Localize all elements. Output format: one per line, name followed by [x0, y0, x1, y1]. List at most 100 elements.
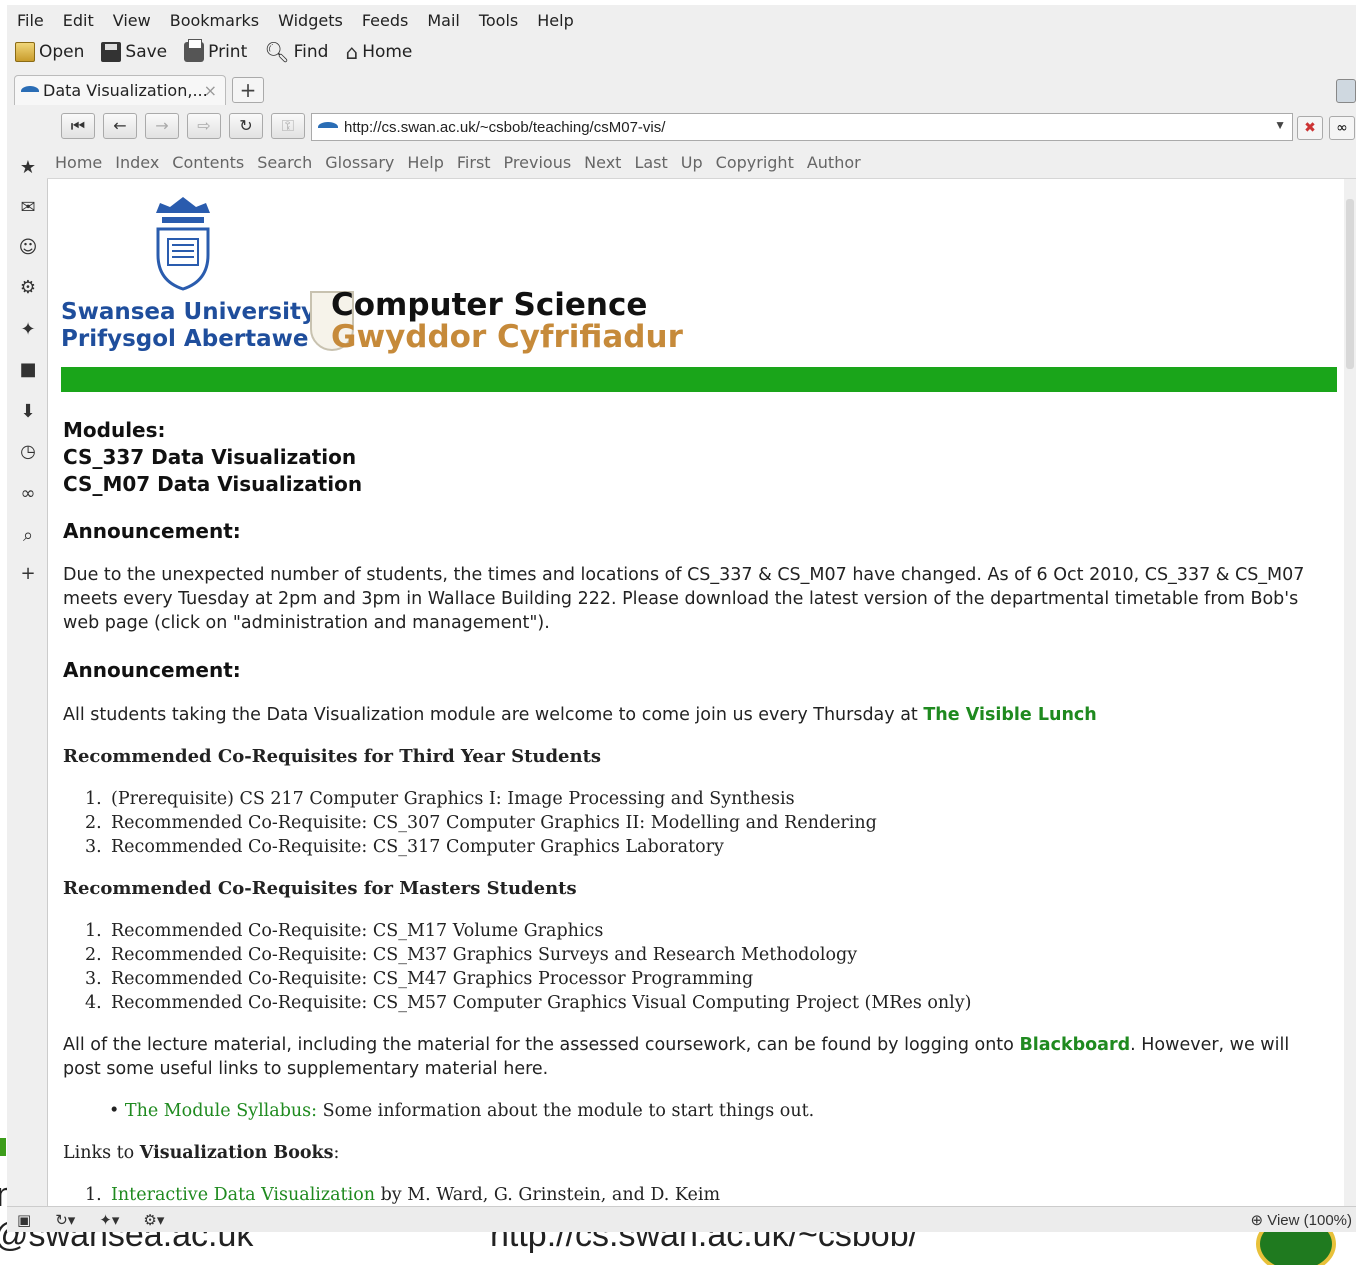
notes-panel-icon[interactable]: ■ — [17, 359, 39, 381]
open-button[interactable]: Open — [15, 42, 84, 62]
list-item-text: (Prerequisite) CS 217 Computer Graphics … — [111, 789, 795, 809]
downloads-panel-icon[interactable]: ⬇ — [17, 401, 39, 423]
books-list: 1. Interactive Data Visualization by M. W… — [63, 1183, 1323, 1206]
lecture-text-pre: All of the lecture material, including t… — [63, 1035, 1014, 1055]
zoom-level: View (100%) — [1267, 1212, 1352, 1229]
list-item: 1. Interactive Data Visualization by M. W… — [85, 1185, 721, 1205]
blackboard-link[interactable]: Blackboard — [1019, 1035, 1130, 1055]
menu-tools[interactable]: Tools — [479, 11, 518, 30]
university-crest-logo — [156, 197, 210, 291]
books-heading: Links to Visualization Books: — [63, 1141, 1323, 1165]
site-nav-bar: Home Index Contents Search Glossary Help… — [47, 147, 1356, 179]
arrow-right-icon: → — [155, 116, 169, 135]
tab-title: Data Visualization,... — [43, 81, 208, 100]
menu-file[interactable]: File — [17, 11, 44, 30]
close-tab-icon[interactable]: × — [204, 81, 217, 100]
menu-edit[interactable]: Edit — [63, 11, 94, 30]
university-name-en: Swansea University — [61, 299, 316, 325]
feeds-panel-icon[interactable]: ✦ — [17, 319, 39, 341]
address-bar[interactable]: http://cs.swan.ac.uk/~csbob/teaching/csM… — [311, 113, 1293, 141]
fast-forward-button[interactable]: ⇨ — [187, 113, 221, 139]
list-item: 4. Recommended Co-Requisite: CS_M57 Compu… — [85, 993, 972, 1013]
search-panel-icon[interactable]: ⌕ — [17, 525, 39, 547]
panel-toggle-icon[interactable]: ▣ — [17, 1211, 31, 1229]
bullet-icon: • — [109, 1101, 125, 1121]
forward-button[interactable]: → — [145, 113, 179, 139]
mail-panel-icon[interactable]: ✉ — [17, 197, 39, 219]
scrollbar-thumb[interactable] — [1346, 199, 1354, 369]
nav-glossary[interactable]: Glossary — [325, 153, 394, 172]
announcement-text-2: All students taking the Data Visualizati… — [63, 703, 1323, 727]
menu-help[interactable]: Help — [537, 11, 573, 30]
announcement-heading-1: Announcement: — [63, 519, 241, 543]
list-item-text: Recommended Co-Requisite: CS_M47 Graphic… — [111, 969, 754, 989]
third-year-list: 1. (Prerequisite) CS 217 Computer Graphic… — [63, 787, 1323, 859]
bookmark-page-button[interactable]: ✖ — [1297, 116, 1323, 140]
home-button[interactable]: ⌂ Home — [345, 40, 412, 64]
bookmark-icon: ✖ — [1304, 120, 1316, 136]
nav-next[interactable]: Next — [584, 153, 621, 172]
trash-icon[interactable] — [1336, 79, 1356, 103]
menu-bookmarks[interactable]: Bookmarks — [170, 11, 259, 30]
nav-author[interactable]: Author — [807, 153, 861, 172]
links-panel-icon[interactable]: ∞ — [17, 483, 39, 505]
nav-copyright[interactable]: Copyright — [716, 153, 794, 172]
wand-button[interactable]: ⚿ — [271, 113, 305, 139]
nav-help[interactable]: Help — [407, 153, 443, 172]
key-icon: ⚿ — [281, 116, 295, 135]
new-tab-button[interactable]: + — [232, 77, 264, 103]
module-cs337: CS_337 Data Visualization — [63, 445, 357, 469]
history-panel-icon[interactable]: ◷ — [17, 441, 39, 463]
print-button[interactable]: Print — [184, 39, 248, 62]
syllabus-link[interactable]: The Module Syllabus: — [125, 1101, 317, 1121]
nav-previous[interactable]: Previous — [504, 153, 572, 172]
nav-search[interactable]: Search — [257, 153, 312, 172]
rewind-icon: ⏮︎ — [70, 116, 86, 135]
save-button[interactable]: Save — [101, 42, 167, 62]
folder-icon — [15, 42, 35, 62]
find-button[interactable]: 🔍︎ Find — [264, 40, 328, 64]
menu-view[interactable]: View — [113, 11, 151, 30]
nav-first[interactable]: First — [457, 153, 491, 172]
add-panel-icon[interactable]: + — [17, 563, 39, 585]
nav-up[interactable]: Up — [681, 153, 703, 172]
tab-data-visualization[interactable]: Data Visualization,... × — [14, 75, 226, 105]
settings-icon[interactable]: ⚙▾ — [143, 1211, 164, 1229]
print-label: Print — [208, 42, 248, 62]
book-link[interactable]: Interactive Data Visualization — [111, 1185, 375, 1205]
fast-forward-icon: ⇨ — [197, 116, 211, 135]
nav-contents[interactable]: Contents — [172, 153, 244, 172]
widgets-panel-icon[interactable]: ⚙ — [17, 277, 39, 299]
menu-mail[interactable]: Mail — [427, 11, 460, 30]
modules-heading: Modules: CS_337 Data Visualization CS_M0… — [63, 417, 1323, 498]
syllabus-text: Some information about the module to sta… — [322, 1101, 815, 1121]
contacts-panel-icon[interactable]: ☺ — [17, 237, 39, 259]
zoom-control[interactable]: ⊕ View (100%) — [1250, 1211, 1352, 1229]
nav-last[interactable]: Last — [634, 153, 667, 172]
reload-icon: ↻ — [239, 116, 253, 135]
slide-accent-bar — [0, 1138, 6, 1156]
rewind-button[interactable]: ⏮︎ — [61, 113, 95, 139]
reload-button[interactable]: ↻ — [229, 113, 263, 139]
bookmarks-panel-icon[interactable]: ★ — [17, 157, 39, 179]
vertical-scrollbar[interactable] — [1344, 179, 1356, 1206]
search-engine-button[interactable]: ∞ — [1329, 116, 1355, 140]
list-item-text: Recommended Co-Requisite: CS_M57 Compute… — [111, 993, 972, 1013]
nav-home[interactable]: Home — [55, 153, 102, 172]
list-item: 2. Recommended Co-Requisite: CS_307 Compu… — [85, 813, 877, 833]
sync-icon[interactable]: ↻▾ — [55, 1211, 75, 1229]
department-name-en: Computer Science — [331, 287, 648, 323]
menu-feeds[interactable]: Feeds — [362, 11, 409, 30]
nav-index[interactable]: Index — [115, 153, 159, 172]
list-item: 2. Recommended Co-Requisite: CS_M37 Graph… — [85, 945, 858, 965]
menu-widgets[interactable]: Widgets — [278, 11, 343, 30]
visible-lunch-link[interactable]: The Visible Lunch — [923, 705, 1096, 725]
announcement-heading-2: Announcement: — [63, 658, 241, 682]
screen: n @swansea.ac.uk http://cs.swan.ac.uk/~c… — [0, 0, 1356, 1265]
site-favicon-icon — [318, 122, 338, 132]
status-bar: ▣ ↻▾ ✦▾ ⚙▾ ⊕ View (100%) — [7, 1206, 1356, 1232]
feed-icon[interactable]: ✦▾ — [99, 1211, 119, 1229]
back-button[interactable]: ← — [103, 113, 137, 139]
masters-list: 1. Recommended Co-Requisite: CS_M17 Volum… — [63, 919, 1323, 1015]
dropdown-arrow-icon[interactable]: ▼ — [1274, 118, 1286, 132]
